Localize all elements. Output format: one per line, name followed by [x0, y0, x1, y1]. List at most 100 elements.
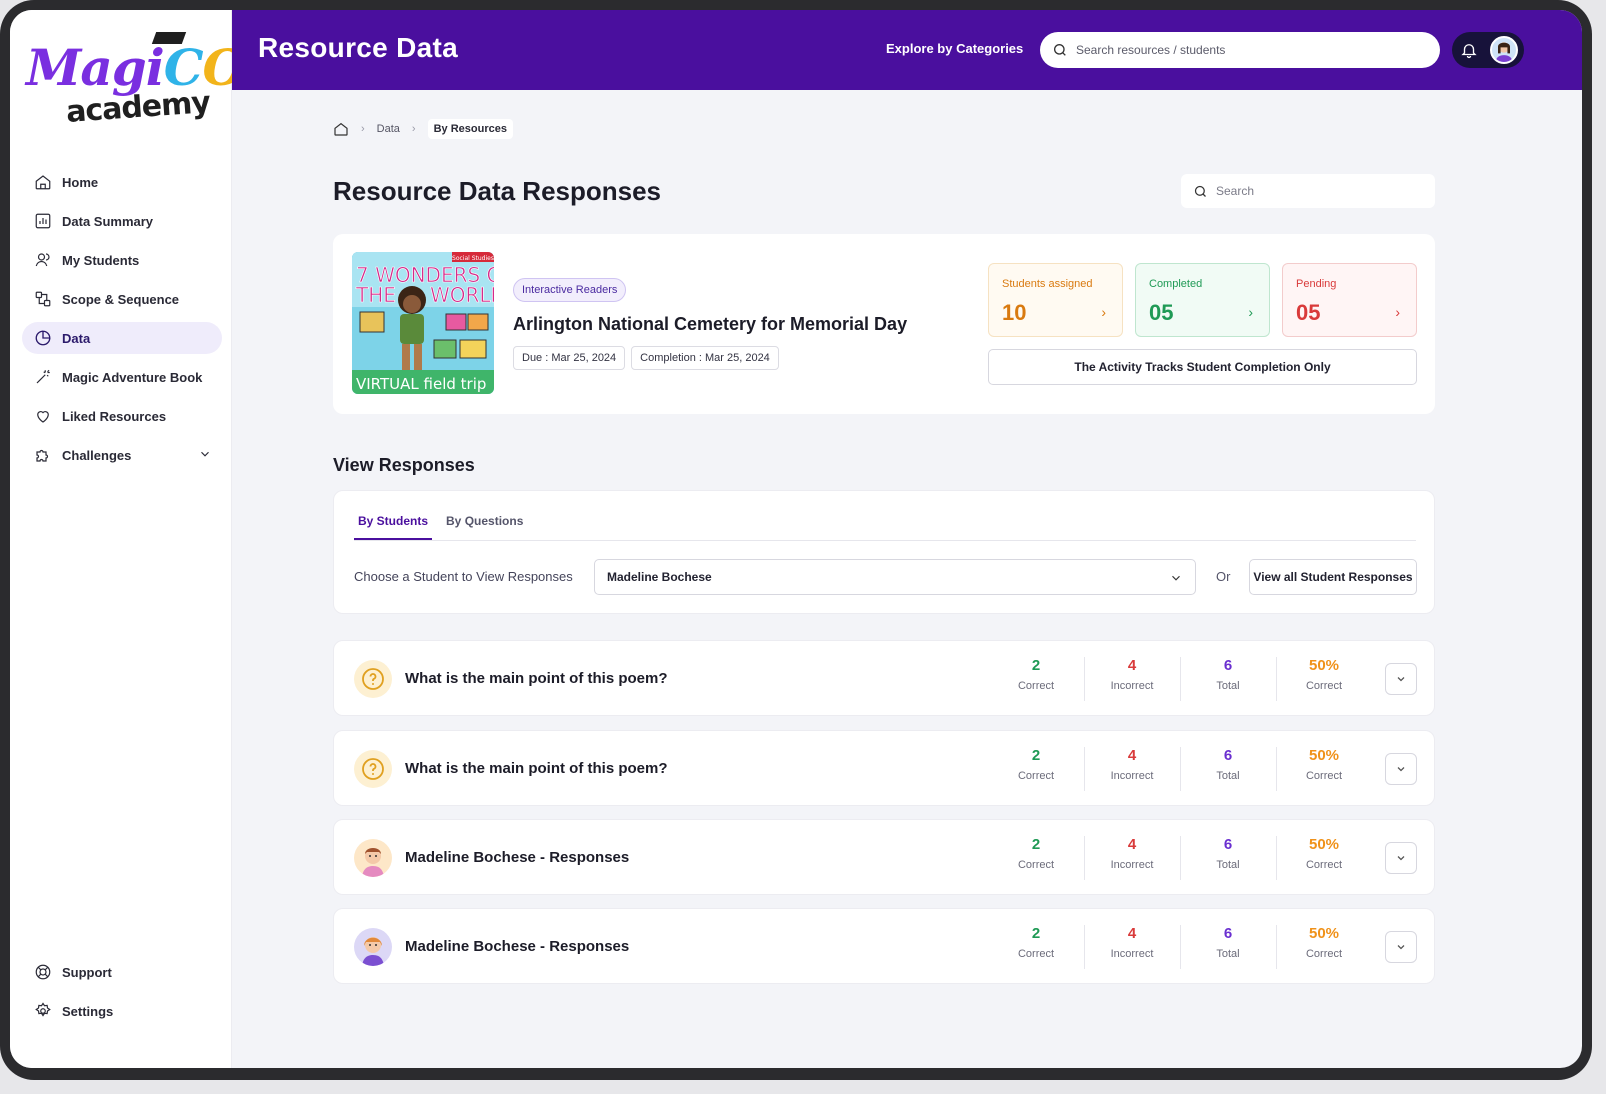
- percent-metric: 50%Correct: [1276, 747, 1372, 782]
- percent-metric: 50%Correct: [1276, 836, 1372, 871]
- header-search-input[interactable]: [1076, 43, 1416, 57]
- magicore-logo[interactable]: MagiCORE academy: [26, 32, 216, 132]
- correct-metric: 2Correct: [988, 747, 1084, 782]
- selected-student: Madeline Bochese: [607, 570, 712, 584]
- breadcrumb-current: By Resources: [428, 119, 513, 139]
- sidebar-item-label: Magic Adventure Book: [62, 370, 202, 385]
- chevron-right-icon: ›: [1248, 304, 1253, 320]
- resource-thumbnail-art: Social Studies 7 WONDERS OF THE WORLD V: [352, 252, 494, 394]
- sidebar-item-liked-resources[interactable]: Liked Resources: [22, 400, 222, 432]
- sidebar-item-label: Support: [62, 965, 112, 980]
- sidebar-item-scope-sequence[interactable]: Scope & Sequence: [22, 283, 222, 315]
- bell-icon[interactable]: [1460, 41, 1478, 59]
- tab-by-questions[interactable]: By Questions: [442, 509, 527, 540]
- lifebuoy-icon: [34, 963, 52, 981]
- chevron-right-icon: ›: [361, 123, 365, 135]
- incorrect-metric: 4Incorrect: [1084, 836, 1180, 871]
- sidebar-item-label: My Students: [62, 253, 139, 268]
- sidebar-item-label: Challenges: [62, 448, 131, 463]
- pie-chart-icon: [34, 329, 52, 347]
- stat-value: 05: [1149, 300, 1173, 326]
- home-icon[interactable]: [333, 121, 349, 137]
- question-icon: [354, 750, 392, 788]
- page-search[interactable]: [1181, 174, 1435, 208]
- resource-thumbnail[interactable]: Social Studies 7 WONDERS OF THE WORLD V: [352, 252, 494, 394]
- chevron-right-icon: ›: [1101, 304, 1106, 320]
- expand-button[interactable]: [1385, 753, 1417, 785]
- resource-title: Arlington National Cemetery for Memorial…: [513, 314, 907, 335]
- resource-category-tag: Interactive Readers: [513, 278, 626, 302]
- list-item[interactable]: What is the main point of this poem? 2Co…: [333, 640, 1435, 716]
- chevron-right-icon: ›: [412, 123, 416, 135]
- completed-card[interactable]: Completed 05 ›: [1135, 263, 1270, 337]
- activity-tracks-button[interactable]: The Activity Tracks Student Completion O…: [988, 349, 1417, 385]
- view-all-responses-button[interactable]: View all Student Responses: [1249, 559, 1417, 595]
- sidebar-item-challenges[interactable]: Challenges: [22, 439, 222, 471]
- percent-metric: 50%Correct: [1276, 657, 1372, 692]
- row-title: What is the main point of this poem?: [405, 760, 668, 777]
- responses-panel: By Students By Questions Choose a Studen…: [333, 490, 1435, 614]
- due-date-chip: Due : Mar 25, 2024: [513, 346, 625, 370]
- correct-metric: 2Correct: [988, 925, 1084, 960]
- breadcrumb-link-data[interactable]: Data: [377, 123, 400, 135]
- magic-wand-icon: [34, 368, 52, 386]
- total-metric: 6Total: [1180, 747, 1276, 782]
- page-search-input[interactable]: [1216, 184, 1426, 198]
- user-avatar[interactable]: [1490, 36, 1518, 64]
- student-avatar-icon: [354, 839, 392, 877]
- expand-button[interactable]: [1385, 663, 1417, 695]
- thumb-banner: VIRTUAL field trip: [356, 375, 486, 393]
- chevron-down-icon: [1395, 852, 1407, 864]
- sidebar-item-label: Settings: [62, 1004, 113, 1019]
- expand-button[interactable]: [1385, 931, 1417, 963]
- completion-date-chip: Completion : Mar 25, 2024: [631, 346, 779, 370]
- heart-icon: [34, 407, 52, 425]
- students-assigned-card[interactable]: Students assigned 10 ›: [988, 263, 1123, 337]
- header-title: Resource Data: [258, 32, 458, 64]
- chevron-down-icon: [1395, 763, 1407, 775]
- top-header: Resource Data Explore by Categories: [232, 10, 1582, 90]
- sidebar-item-label: Data: [62, 331, 90, 346]
- row-title: Madeline Bochese - Responses: [405, 849, 629, 866]
- sidebar-nav: Home Data Summary My Students Scope & Se…: [22, 166, 222, 478]
- response-tabs: By Students By Questions: [354, 509, 1416, 541]
- thumb-line3: WORLD: [430, 283, 494, 307]
- chevron-down-icon[interactable]: [198, 447, 212, 461]
- incorrect-metric: 4Incorrect: [1084, 747, 1180, 782]
- list-item[interactable]: Madeline Bochese - Responses 2Correct 4I…: [333, 819, 1435, 895]
- sidebar-item-data-summary[interactable]: Data Summary: [22, 205, 222, 237]
- sidebar: MagiCORE academy Home Data Summary My St…: [10, 10, 232, 1068]
- header-user-controls: [1452, 32, 1524, 68]
- view-responses-title: View Responses: [333, 455, 475, 476]
- student-avatar-icon: [354, 928, 392, 966]
- stat-label: Pending: [1296, 278, 1336, 290]
- header-search[interactable]: [1040, 32, 1440, 68]
- sidebar-item-my-students[interactable]: My Students: [22, 244, 222, 276]
- bar-chart-icon: [34, 212, 52, 230]
- expand-button[interactable]: [1385, 842, 1417, 874]
- stat-value: 10: [1002, 300, 1026, 326]
- student-select[interactable]: Madeline Bochese: [594, 559, 1196, 595]
- sidebar-item-label: Data Summary: [62, 214, 153, 229]
- search-icon: [1193, 184, 1208, 199]
- percent-metric: 50%Correct: [1276, 925, 1372, 960]
- total-metric: 6Total: [1180, 657, 1276, 692]
- list-item[interactable]: Madeline Bochese - Responses 2Correct 4I…: [333, 908, 1435, 984]
- pending-card[interactable]: Pending 05 ›: [1282, 263, 1417, 337]
- stat-label: Students assigned: [1002, 278, 1093, 290]
- correct-metric: 2Correct: [988, 657, 1084, 692]
- list-item[interactable]: What is the main point of this poem? 2Co…: [333, 730, 1435, 806]
- sidebar-item-support[interactable]: Support: [22, 956, 222, 988]
- sidebar-item-settings[interactable]: Settings: [22, 995, 222, 1027]
- tab-by-students[interactable]: By Students: [354, 509, 432, 540]
- thumb-badge: Social Studies: [452, 255, 494, 262]
- sidebar-item-data[interactable]: Data: [22, 322, 222, 354]
- sidebar-item-magic-adventure-book[interactable]: Magic Adventure Book: [22, 361, 222, 393]
- page-title: Resource Data Responses: [333, 176, 661, 207]
- chevron-down-icon: [1395, 673, 1407, 685]
- explore-categories-link[interactable]: Explore by Categories: [886, 41, 1023, 56]
- row-title: What is the main point of this poem?: [405, 670, 668, 687]
- incorrect-metric: 4Incorrect: [1084, 925, 1180, 960]
- sidebar-item-home[interactable]: Home: [22, 166, 222, 198]
- sidebar-bottom-nav: Support Settings: [22, 956, 222, 1034]
